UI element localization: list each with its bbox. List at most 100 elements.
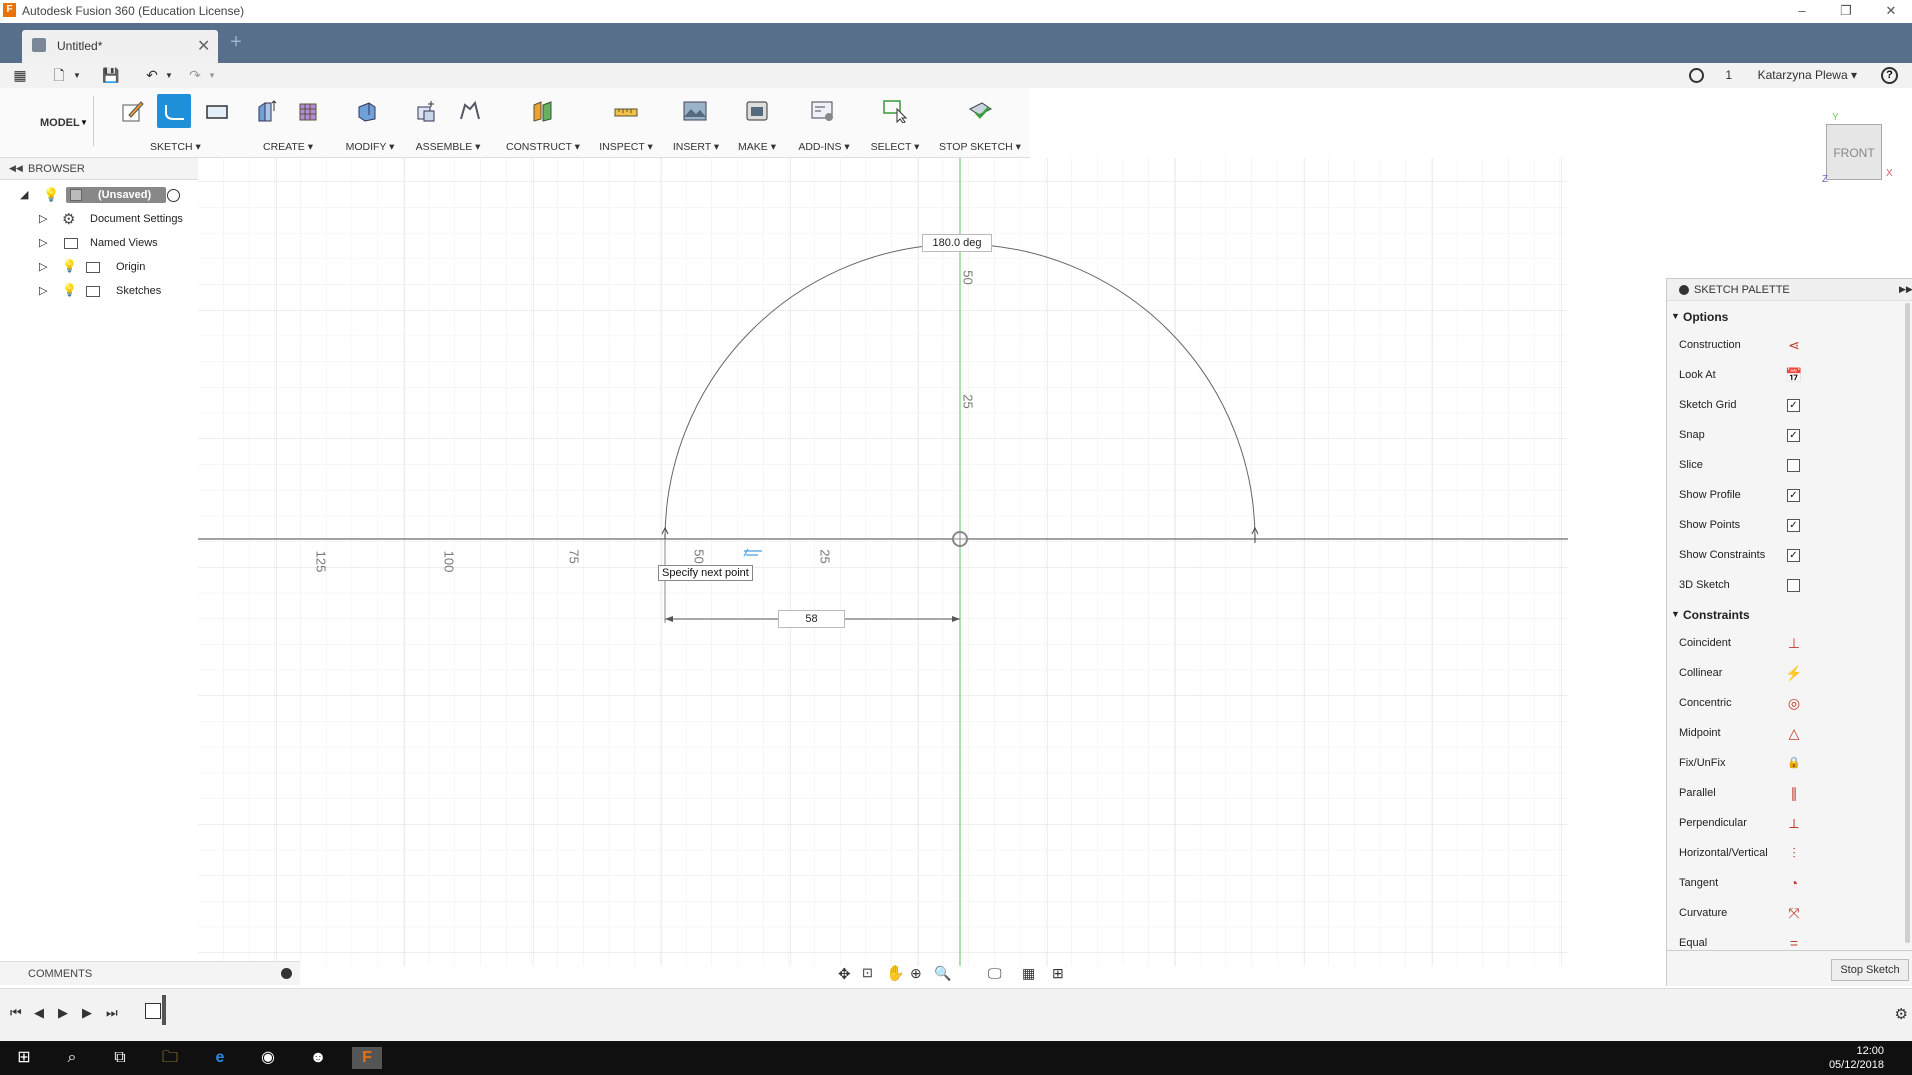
inspect-group-label[interactable]: INSPECT ▾	[598, 141, 654, 153]
timeline-previous-icon[interactable]: ◀	[34, 1005, 44, 1021]
job-status-icon[interactable]	[1689, 68, 1704, 83]
create-sketch-button[interactable]	[116, 94, 150, 128]
timeline-settings-gear-icon[interactable]: ⚙	[1895, 1005, 1908, 1023]
expand-triangle-icon[interactable]: ▷	[39, 284, 47, 297]
midpoint-icon[interactable]: △	[1785, 724, 1803, 742]
construction-icon[interactable]: ⋖	[1785, 336, 1803, 354]
tree-item-origin[interactable]: ▷ 💡 Origin	[0, 256, 198, 280]
form-button[interactable]	[292, 94, 326, 128]
file-explorer-icon[interactable]: 🗀	[158, 1047, 182, 1069]
offset-plane-button[interactable]	[526, 94, 560, 128]
help-icon[interactable]: ?	[1881, 67, 1898, 84]
timeline-sketch-feature-icon[interactable]	[145, 1003, 161, 1019]
comments-panel[interactable]: COMMENTS	[0, 961, 300, 985]
fusion-taskbar-icon[interactable]: F	[352, 1047, 382, 1069]
app-icon[interactable]: ☻	[306, 1047, 330, 1069]
insert-image-button[interactable]	[678, 94, 712, 128]
file-menu-icon[interactable]: 🗋	[50, 67, 68, 84]
windows-start-icon[interactable]: ⊞	[12, 1047, 36, 1069]
timeline-first-icon[interactable]: ⏮	[10, 1005, 22, 1021]
stop-sketch-button[interactable]: Stop Sketch	[1831, 959, 1909, 981]
redo-icon[interactable]: ↷	[186, 67, 204, 84]
task-view-icon[interactable]: ⧉	[108, 1047, 132, 1069]
user-account-menu[interactable]: Katarzyna Plewa ▾	[1758, 68, 1857, 82]
concentric-icon[interactable]: ◎	[1785, 694, 1803, 712]
sketch-group-label[interactable]: SKETCH ▾	[150, 141, 201, 153]
option-3d-sketch[interactable]: 3D Sketch	[1667, 570, 1912, 600]
viewports-icon[interactable]: ⊞	[1052, 965, 1064, 982]
scripts-addins-button[interactable]	[806, 94, 840, 128]
show-points-checkbox[interactable]: ✓	[1787, 519, 1800, 532]
make-group-label[interactable]: MAKE ▾	[734, 141, 780, 153]
slice-checkbox[interactable]	[1787, 459, 1800, 472]
system-clock[interactable]: 12:00 05/12/2018	[1824, 1044, 1884, 1072]
option-construction[interactable]: Construction ⋖	[1667, 330, 1912, 360]
curvature-icon[interactable]: ⤧	[1785, 904, 1803, 922]
minimize-button[interactable]: –	[1793, 2, 1811, 20]
expand-triangle-icon[interactable]: ▷	[39, 236, 47, 249]
visibility-bulb-icon[interactable]: 💡	[62, 283, 77, 297]
close-window-button[interactable]: ✕	[1882, 2, 1900, 20]
collapse-browser-icon[interactable]: ◀◀	[9, 163, 23, 174]
option-sketch-grid[interactable]: Sketch Grid ✓	[1667, 390, 1912, 420]
coincident-icon[interactable]: ⊥	[1785, 634, 1803, 652]
equal-icon[interactable]: =	[1785, 934, 1803, 950]
save-icon[interactable]: 💾	[102, 67, 120, 84]
sketch-canvas[interactable]: 125 100 75 50 25 50 25 180.0 deg 58 Spec…	[198, 158, 1568, 966]
constraint-fix-unfix[interactable]: Fix/UnFix 🔒	[1667, 748, 1912, 778]
show-profile-checkbox[interactable]: ✓	[1787, 489, 1800, 502]
select-group-label[interactable]: SELECT ▾	[868, 141, 922, 153]
orbit-icon[interactable]: ✥	[838, 965, 851, 983]
constraint-perpendicular[interactable]: Perpendicular ⟂	[1667, 808, 1912, 838]
edge-browser-icon[interactable]: e	[208, 1047, 232, 1069]
sketch-canvas-svg[interactable]	[198, 158, 1568, 966]
data-panel-grid-icon[interactable]: ▦	[11, 67, 29, 84]
timeline-last-icon[interactable]: ⏭	[106, 1005, 118, 1021]
parallel-icon[interactable]: ∥	[1785, 784, 1803, 802]
expand-triangle-icon[interactable]: ▷	[39, 212, 47, 225]
joint-button[interactable]	[453, 94, 487, 128]
horizontal-vertical-icon[interactable]: ⫶	[1785, 844, 1803, 862]
palette-pin-icon[interactable]	[1679, 285, 1689, 295]
press-pull-button[interactable]	[350, 94, 384, 128]
option-slice[interactable]: Slice	[1667, 450, 1912, 480]
undo-chevron-icon[interactable]: ▼	[160, 67, 178, 84]
expand-root-icon[interactable]: ◢	[20, 188, 28, 201]
restore-button[interactable]: ❐	[1837, 2, 1855, 20]
file-menu-chevron-icon[interactable]: ▼	[68, 67, 86, 84]
new-component-button[interactable]	[410, 94, 444, 128]
select-button[interactable]	[878, 94, 912, 128]
look-at-icon[interactable]: 📅	[1785, 366, 1803, 384]
extrude-button[interactable]	[250, 94, 284, 128]
create-group-label[interactable]: CREATE ▾	[260, 141, 316, 153]
option-show-constraints[interactable]: Show Constraints ✓	[1667, 540, 1912, 570]
angle-input[interactable]: 180.0 deg	[922, 234, 992, 252]
option-look-at[interactable]: Look At 📅	[1667, 360, 1912, 390]
look-at-nav-icon[interactable]: ⊡	[862, 965, 873, 981]
fit-zoom-icon[interactable]: 🔍	[934, 965, 951, 982]
dimension-input[interactable]: 58	[778, 610, 845, 628]
tangent-icon[interactable]: ◔	[1785, 874, 1803, 892]
addins-group-label[interactable]: ADD-INS ▾	[796, 141, 852, 153]
grid-settings-icon[interactable]: ▦	[1022, 965, 1035, 982]
new-tab-button[interactable]: +	[226, 32, 246, 53]
expand-triangle-icon[interactable]: ▷	[39, 260, 47, 273]
option-show-profile[interactable]: Show Profile ✓	[1667, 480, 1912, 510]
timeline-play-icon[interactable]: ▶	[58, 1005, 68, 1021]
3d-sketch-checkbox[interactable]	[1787, 579, 1800, 592]
constraint-midpoint[interactable]: Midpoint △	[1667, 718, 1912, 748]
collinear-icon[interactable]: ⚡	[1785, 664, 1803, 682]
tree-item-named-views[interactable]: ▷ Named Views	[0, 232, 198, 256]
constraint-concentric[interactable]: Concentric ◎	[1667, 688, 1912, 718]
visibility-bulb-off-icon[interactable]: 💡	[62, 259, 77, 273]
palette-expand-icon[interactable]: ▶▶	[1899, 284, 1912, 295]
option-show-points[interactable]: Show Points ✓	[1667, 510, 1912, 540]
constraint-tangent[interactable]: Tangent ◔	[1667, 868, 1912, 898]
tree-item-document-settings[interactable]: ▷ ⚙ Document Settings	[0, 208, 198, 232]
timeline-next-icon[interactable]: ▶	[82, 1005, 92, 1021]
tree-root-unsaved[interactable]: ◢ 💡 (Unsaved)	[0, 184, 198, 208]
assemble-group-label[interactable]: ASSEMBLE ▾	[412, 141, 484, 153]
modify-group-label[interactable]: MODIFY ▾	[342, 141, 398, 153]
add-comment-icon[interactable]	[281, 968, 292, 979]
search-icon[interactable]: ⌕	[60, 1047, 84, 1069]
